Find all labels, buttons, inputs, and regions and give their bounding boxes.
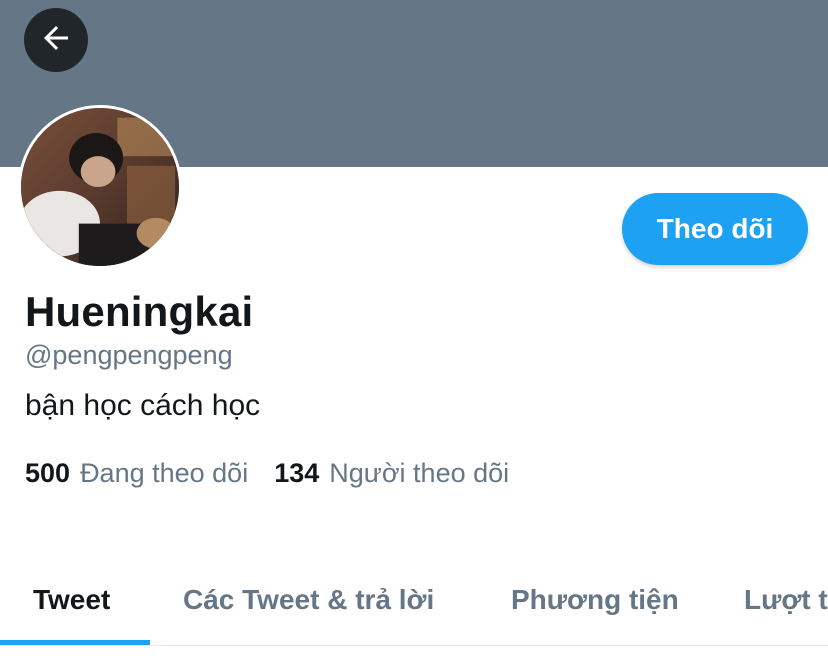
tab-media[interactable]: Phương tiện xyxy=(511,560,679,640)
following-label: Đang theo dõi xyxy=(80,458,249,488)
back-button[interactable] xyxy=(24,8,88,72)
followers-count: 134 xyxy=(274,458,320,488)
profile-bio: bận học cách học xyxy=(25,389,261,422)
tab-likes[interactable]: Lượt thích xyxy=(744,560,828,640)
following-stat[interactable]: 500 Đang theo dõi xyxy=(25,458,248,489)
following-count: 500 xyxy=(25,458,71,488)
avatar-photo xyxy=(21,108,179,266)
tab-tweets[interactable]: Tweet xyxy=(33,560,110,640)
followers-label: Người theo dõi xyxy=(329,458,510,488)
display-name: Hueningkai xyxy=(25,288,254,335)
profile-tabs: Tweet Các Tweet & trả lời Phương tiện Lư… xyxy=(0,560,828,646)
profile-page: Theo dõi Hueningkai @pengpengpeng bận họ… xyxy=(0,0,828,659)
user-handle: @pengpengpeng xyxy=(25,340,233,370)
profile-stats: 500 Đang theo dõi 134 Người theo dõi xyxy=(25,458,535,489)
avatar[interactable] xyxy=(18,105,182,269)
tabs-divider xyxy=(0,645,828,646)
followers-stat[interactable]: 134 Người theo dõi xyxy=(274,458,509,489)
tab-tweets-and-replies[interactable]: Các Tweet & trả lời xyxy=(183,560,434,640)
follow-button[interactable]: Theo dõi xyxy=(622,193,808,265)
arrow-left-icon xyxy=(38,20,74,61)
